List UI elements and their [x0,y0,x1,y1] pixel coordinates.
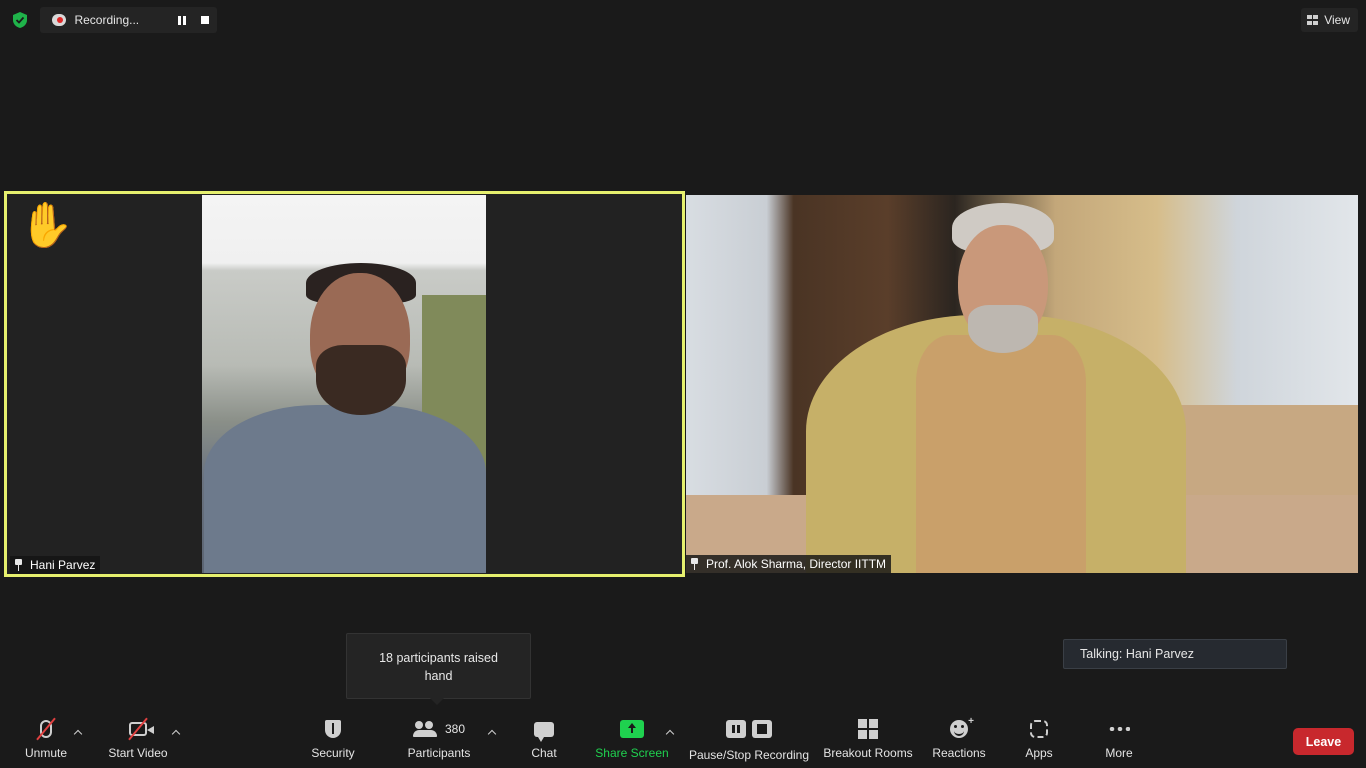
pause-recording-button[interactable] [170,10,193,30]
participants-icon [412,721,437,737]
stop-icon [201,16,210,24]
start-video-button[interactable]: Start Video [106,712,170,768]
reactions-button[interactable]: + Reactions [930,712,988,768]
participants-options-chevron-icon[interactable] [487,728,497,738]
apps-button[interactable]: Apps [1020,712,1058,768]
participants-label: Participants [407,746,471,760]
raised-hand-icon: ✋ [19,201,74,250]
share-options-chevron-icon[interactable] [665,728,675,738]
pause-recording-icon [726,720,746,738]
add-icon: + [968,716,974,727]
more-button[interactable]: More [1100,712,1138,768]
share-screen-label: Share Screen [595,746,669,760]
participants-button[interactable]: 380 Participants [404,712,474,768]
pause-stop-recording-button[interactable]: Pause/Stop Recording [688,712,810,768]
apps-label: Apps [1025,746,1053,760]
pause-stop-recording-label: Pause/Stop Recording [688,748,810,762]
participant-name-tag: Prof. Alok Sharma, Director IITTM [686,555,892,573]
raised-hands-tooltip: 18 participants raised hand [346,633,531,705]
security-label: Security [311,746,355,760]
talking-label: Talking: Hani Parvez [1080,647,1194,661]
video-tile-hani-parvez[interactable]: ✋ Hani Parvez [4,191,685,577]
meeting-toolbar: Unmute Start Video Security 380 Particip… [0,712,1366,768]
participant-name: Prof. Alok Sharma, Director IITTM [706,557,887,571]
participant-video [202,195,486,573]
encryption-shield-icon[interactable] [11,11,29,29]
start-video-label: Start Video [108,746,168,760]
security-button[interactable]: Security [310,712,356,768]
recording-icon [52,14,67,26]
grid-view-icon [1307,15,1319,25]
stop-recording-button[interactable] [194,10,217,30]
view-label: View [1324,13,1350,27]
apps-icon [1030,720,1048,738]
unmute-label: Unmute [24,746,68,760]
reactions-label: Reactions [932,746,986,760]
breakout-rooms-label: Breakout Rooms [823,746,913,760]
pause-icon [177,15,186,25]
unmute-button[interactable]: Unmute [22,712,70,768]
audio-options-chevron-icon[interactable] [73,728,83,738]
pin-icon [690,558,699,570]
recording-label: Recording... [74,13,140,27]
participant-name-tag: Hani Parvez [10,556,101,574]
view-button[interactable]: View [1301,8,1358,32]
reactions-smiley-icon [950,720,968,738]
more-label: More [1105,746,1133,760]
chat-label: Chat [531,746,557,760]
talking-indicator: Talking: Hani Parvez [1063,639,1287,669]
video-options-chevron-icon[interactable] [171,728,181,738]
leave-button[interactable]: Leave [1293,728,1354,755]
share-screen-button[interactable]: Share Screen [594,712,670,768]
more-dots-icon [1108,727,1130,731]
stop-recording-icon [752,720,772,738]
video-tile-alok-sharma[interactable]: Prof. Alok Sharma, Director IITTM [686,195,1358,573]
participant-name: Hani Parvez [30,558,96,572]
breakout-rooms-icon [858,719,878,739]
pin-icon [14,559,23,571]
recording-indicator: Recording... [40,7,217,33]
chat-button[interactable]: Chat [526,712,562,768]
breakout-rooms-button[interactable]: Breakout Rooms [822,712,914,768]
security-shield-icon [325,720,341,738]
share-screen-icon [620,720,644,738]
participants-count: 380 [444,722,466,736]
chat-bubble-icon [534,721,554,742]
